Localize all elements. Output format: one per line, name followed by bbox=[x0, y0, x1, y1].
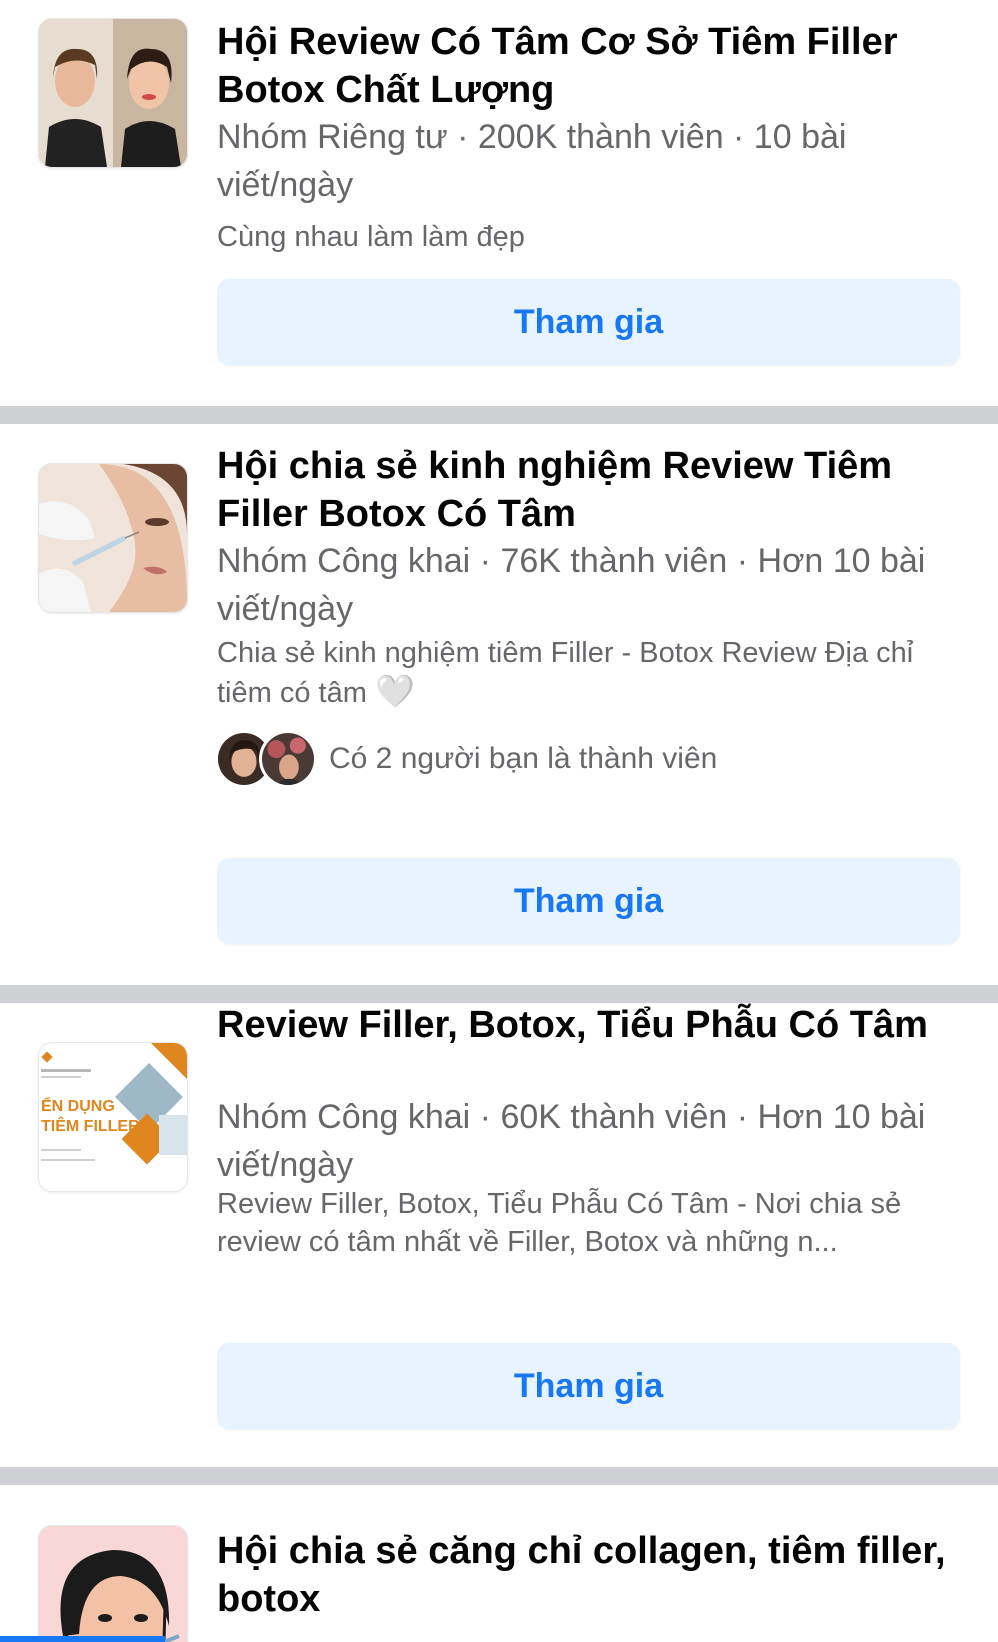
section-separator bbox=[0, 406, 998, 424]
join-button[interactable]: Tham gia bbox=[217, 1343, 960, 1429]
group-card-4[interactable]: Hội chia sẻ căng chỉ collagen, tiêm fill… bbox=[0, 1485, 998, 1642]
poster-line-2: TIÊM FILLER bbox=[41, 1116, 140, 1135]
group-title[interactable]: Hội Review Có Tâm Cơ Sở Tiêm Filler Boto… bbox=[217, 18, 947, 114]
group-thumbnail-4[interactable] bbox=[38, 1525, 188, 1642]
group-thumbnail-1[interactable] bbox=[38, 18, 188, 168]
group-meta: Nhóm Riêng tư · 200K thành viên · 10 bài… bbox=[217, 118, 847, 204]
group-thumbnail-3[interactable]: ỂN DỤNG TIÊM FILLER bbox=[38, 1042, 188, 1192]
group-title[interactable]: Hội chia sẻ kinh nghiệm Review Tiêm Fill… bbox=[217, 442, 947, 538]
two-women-portrait-image bbox=[39, 19, 187, 167]
group-meta: Nhóm Công khai · 60K thành viên · Hơn 10… bbox=[217, 1098, 926, 1184]
group-card-1[interactable]: Hội Review Có Tâm Cơ Sở Tiêm Filler Boto… bbox=[0, 0, 998, 388]
join-button[interactable]: Tham gia bbox=[217, 279, 960, 365]
join-button[interactable]: Tham gia bbox=[217, 858, 960, 944]
group-description: Chia sẻ kinh nghiệm tiêm Filler - Botox … bbox=[217, 634, 955, 712]
poster-line-1: ỂN DỤNG bbox=[41, 1096, 115, 1115]
group-meta: Nhóm Công khai · 76K thành viên · Hơn 10… bbox=[217, 542, 926, 628]
recruitment-poster-image: ỂN DỤNG TIÊM FILLER bbox=[39, 1043, 187, 1191]
friends-members[interactable]: Có 2 người bạn là thành viên bbox=[215, 728, 717, 790]
group-card-3[interactable]: ỂN DỤNG TIÊM FILLER Review Filler, Botox… bbox=[0, 1003, 998, 1468]
avatar bbox=[259, 730, 317, 788]
description-text: Chia sẻ kinh nghiệm tiêm Filler - Botox … bbox=[217, 637, 914, 709]
face-injection-image bbox=[39, 464, 187, 612]
friends-text: Có 2 người bạn là thành viên bbox=[329, 742, 718, 775]
cartoon-face-image bbox=[39, 1526, 187, 1642]
group-title[interactable]: Hội chia sẻ căng chỉ collagen, tiêm fill… bbox=[217, 1527, 947, 1623]
group-description: Cùng nhau làm làm đẹp bbox=[217, 221, 525, 253]
group-title[interactable]: Review Filler, Botox, Tiểu Phẫu Có Tâm bbox=[217, 1001, 947, 1049]
group-thumbnail-2[interactable] bbox=[38, 463, 188, 613]
group-description: Review Filler, Botox, Tiểu Phẫu Có Tâm -… bbox=[217, 1188, 902, 1258]
scroll-indicator bbox=[0, 1636, 165, 1642]
group-card-2[interactable]: Hội chia sẻ kinh nghiệm Review Tiêm Fill… bbox=[0, 424, 998, 986]
section-separator bbox=[0, 1467, 998, 1485]
white-heart-emoji: 🤍 bbox=[374, 673, 415, 709]
